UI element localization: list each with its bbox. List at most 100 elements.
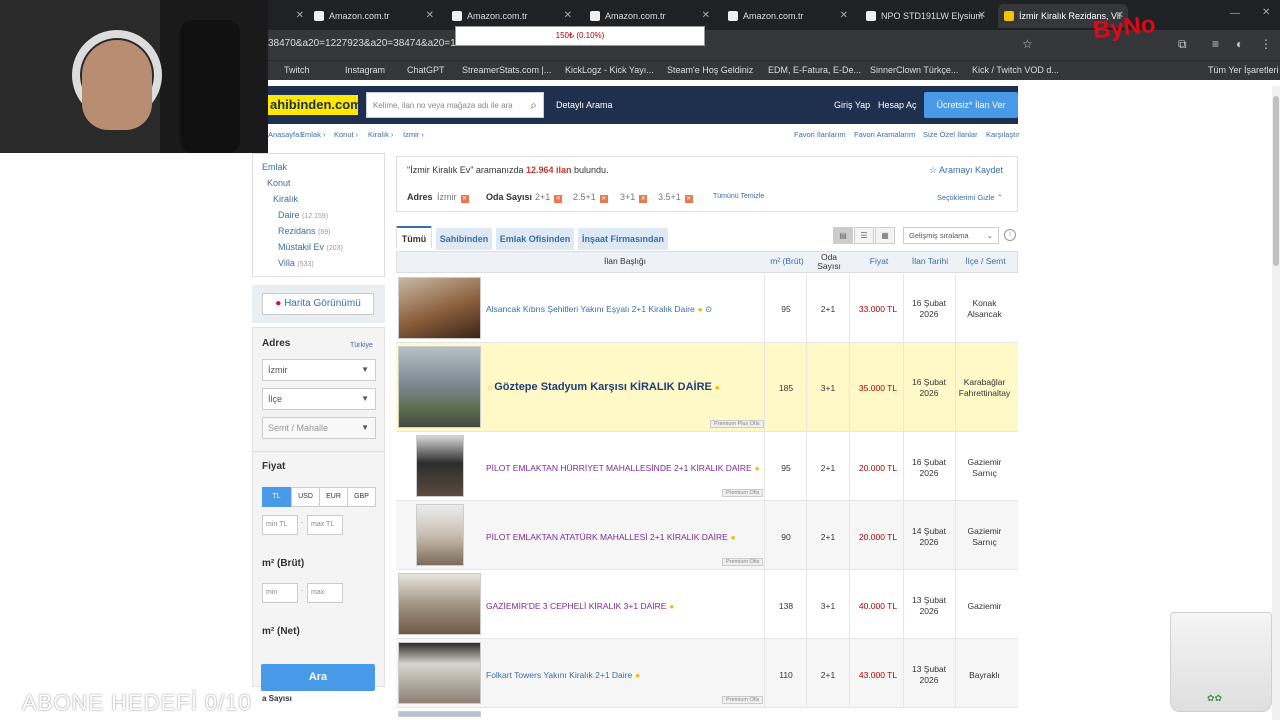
table-row-featured[interactable]: ☼Göztepe Stadyum Karşısı KİRALIK DAİRE ● … — [396, 343, 1018, 432]
listing-thumbnail[interactable] — [416, 504, 464, 566]
bookmark-item[interactable]: KickLogz - Kick Yayı... — [565, 65, 654, 75]
listing-title[interactable]: PİLOT EMLAKTAN HÜRRİYET MAHALLESİNDE 2+1… — [486, 463, 760, 473]
bookmark-item[interactable]: EDM, E-Fatura, E-De... — [768, 65, 861, 75]
bookmark-item[interactable]: Steam'e Hoş Geldiniz — [667, 65, 753, 75]
search-button[interactable]: Ara — [261, 664, 375, 691]
filter-chip-room[interactable]: 3+1 ✕ — [620, 192, 648, 203]
listing-title[interactable]: Folkart Towers Yakını Kiralık 2+1 Daire ● — [486, 670, 640, 680]
category-rezidans[interactable]: Rezidans (69) — [278, 226, 331, 236]
extensions-icon[interactable]: ⧉ — [1178, 37, 1187, 52]
save-search-link[interactable]: ☆ Aramayı Kaydet — [929, 165, 1003, 176]
min-gross-input[interactable]: min — [262, 583, 298, 603]
search-input[interactable]: Kelime, ilan no veya mağaza adı ile ara ⌕ — [366, 92, 544, 118]
bookmark-item[interactable]: StreamerStats.com |... — [462, 65, 551, 75]
neighborhood-select[interactable]: Semt / Mahalle ▼ — [262, 417, 376, 439]
browser-tab[interactable]: NPO STD191LW Elysium ✕ — [860, 4, 990, 28]
table-row[interactable]: PİLOT EMLAKTAN ATATÜRK MAHALLESİ 2+1 KİR… — [396, 501, 1018, 570]
column-price[interactable]: Fiyat — [852, 252, 906, 272]
menu-kebab-icon[interactable]: ⋮ — [1260, 37, 1272, 51]
post-ad-button[interactable]: Ücretsiz* İlan Ver — [924, 92, 1018, 118]
table-row[interactable] — [396, 708, 1018, 720]
bookmark-item[interactable]: ChatGPT — [407, 65, 445, 75]
breadcrumb-item[interactable]: Emlak › — [300, 130, 325, 139]
currency-usd-button[interactable]: USD — [291, 487, 320, 507]
tab-agency[interactable]: Emlak Ofisinden — [496, 228, 574, 250]
filter-chip-room[interactable]: 2.5+1 ✕ — [573, 192, 608, 203]
favorite-searches-link[interactable]: Favori Aramalarım — [854, 130, 915, 139]
filter-chip-room[interactable]: 2+1 ✕ — [535, 192, 563, 203]
close-icon[interactable]: ✕ — [978, 10, 986, 21]
table-row[interactable]: PİLOT EMLAKTAN HÜRRİYET MAHALLESİNDE 2+1… — [396, 432, 1018, 501]
listing-thumbnail[interactable] — [398, 711, 481, 717]
bookmark-item[interactable]: Kick / Twitch VOD d... — [972, 65, 1059, 75]
bookmark-item[interactable]: Twitch — [284, 65, 310, 75]
tab-all[interactable]: Tümü — [396, 226, 432, 248]
filter-chip-city[interactable]: İzmir ✕ — [437, 192, 469, 203]
category-emlak[interactable]: Emlak — [262, 162, 287, 172]
media-icon[interactable]: ≡ — [1212, 37, 1219, 51]
listing-title[interactable]: GAZİEMİR'DE 3 CEPHELİ KİRALIK 3+1 DAİRE ● — [486, 601, 674, 611]
browser-tab[interactable]: Amazon.com.tr ✕ — [446, 4, 576, 28]
min-price-input[interactable]: min TL — [262, 515, 298, 535]
city-select[interactable]: İzmir ▼ — [262, 359, 376, 381]
signup-link[interactable]: Hesap Aç — [878, 100, 917, 110]
tab-owner[interactable]: Sahibinden — [436, 228, 492, 250]
max-price-input[interactable]: max TL — [307, 515, 343, 535]
detailed-search-link[interactable]: Detaylı Arama — [556, 100, 613, 110]
district-select[interactable]: İlçe ▼ — [262, 388, 376, 410]
minimize-icon[interactable]: — — [1230, 8, 1240, 19]
profile-avatar-icon[interactable]: ◐ — [1236, 37, 1243, 51]
browser-tab[interactable]: Amazon.com.tr ✕ — [722, 4, 852, 28]
page-scrollbar[interactable] — [1272, 86, 1280, 720]
close-icon[interactable]: ✕ — [564, 10, 572, 21]
table-row[interactable]: Alsancak Kıbrıs Şehitleri Yakını Eşyalı … — [396, 274, 1018, 343]
clear-all-filters-link[interactable]: Tümünü Temizle — [713, 193, 764, 200]
category-konut[interactable]: Konut — [267, 178, 291, 188]
window-close-icon[interactable]: ✕ — [1262, 7, 1270, 18]
close-icon[interactable]: ✕ — [840, 10, 848, 21]
breadcrumb-item[interactable]: Kiralık › — [368, 130, 393, 139]
breadcrumb-item[interactable]: Konut › — [334, 130, 358, 139]
sort-select[interactable]: Gelişmiş sıralama ⌄ — [903, 227, 999, 244]
listing-thumbnail[interactable] — [398, 277, 481, 339]
close-icon[interactable]: ✕ — [296, 10, 304, 21]
table-row[interactable]: GAZİEMİR'DE 3 CEPHELİ KİRALIK 3+1 DAİRE ●… — [396, 570, 1018, 639]
info-icon[interactable]: i — [1004, 229, 1016, 241]
column-location[interactable]: İlçe / Semt — [958, 252, 1013, 272]
favorite-listings-link[interactable]: Favori İlanlarım — [794, 130, 846, 139]
bookmark-item[interactable]: SinnerClown Türkçe... — [870, 65, 958, 75]
filter-chip-room[interactable]: 3.5+1 ✕ — [658, 192, 693, 203]
list-view-icon[interactable]: ▤ — [833, 227, 853, 244]
browser-tab[interactable]: Amazon.com.tr ✕ — [584, 4, 714, 28]
column-date[interactable]: İlan Tarihi — [906, 252, 954, 272]
category-daire[interactable]: Daire (12.159) — [278, 210, 328, 220]
listing-title[interactable]: PİLOT EMLAKTAN ATATÜRK MAHALLESİ 2+1 KİR… — [486, 532, 736, 542]
breadcrumb-item[interactable]: İzmir › — [403, 130, 424, 139]
search-icon[interactable]: ⌕ — [530, 98, 537, 113]
grid-view-icon[interactable]: ▦ — [875, 227, 895, 244]
bookmark-item[interactable]: Instagram — [345, 65, 385, 75]
max-gross-input[interactable]: max — [307, 583, 343, 603]
login-link[interactable]: Giriş Yap — [834, 100, 870, 110]
compact-view-icon[interactable]: ☰ — [854, 227, 874, 244]
listing-thumbnail[interactable] — [416, 435, 464, 497]
category-kiralik[interactable]: Kiralık — [273, 194, 298, 204]
currency-eur-button[interactable]: EUR — [319, 487, 348, 507]
all-bookmarks-link[interactable]: Tüm Yer İşaretleri — [1208, 65, 1279, 75]
close-icon[interactable]: ✕ — [426, 10, 434, 21]
site-logo[interactable]: ahibinden.com — [268, 95, 362, 115]
scrollbar-thumb[interactable] — [1273, 96, 1279, 266]
hide-selected-link[interactable]: Seçtiklerimi Gizle ⌃ — [937, 193, 1003, 202]
compare-link[interactable]: Karşılaştır — [986, 130, 1020, 139]
special-listings-link[interactable]: Size Özel İlanlar — [923, 130, 978, 139]
listing-title[interactable]: Alsancak Kıbrıs Şehitleri Yakını Eşyalı … — [486, 304, 712, 315]
browser-tab-partial[interactable]: ✕ — [268, 4, 308, 28]
listing-title[interactable]: ☼Göztepe Stadyum Karşısı KİRALIK DAİRE ● — [486, 381, 720, 393]
map-view-button[interactable]: ● Harita Görünümü — [262, 293, 374, 315]
category-mustakil-ev[interactable]: Müstakil Ev (203) — [278, 242, 343, 252]
listing-thumbnail[interactable] — [398, 573, 481, 635]
country-link[interactable]: Türkiye — [350, 342, 373, 349]
browser-tab[interactable]: Amazon.com.tr ✕ — [308, 4, 438, 28]
currency-gbp-button[interactable]: GBP — [347, 487, 376, 507]
currency-tl-button[interactable]: TL — [262, 487, 291, 507]
